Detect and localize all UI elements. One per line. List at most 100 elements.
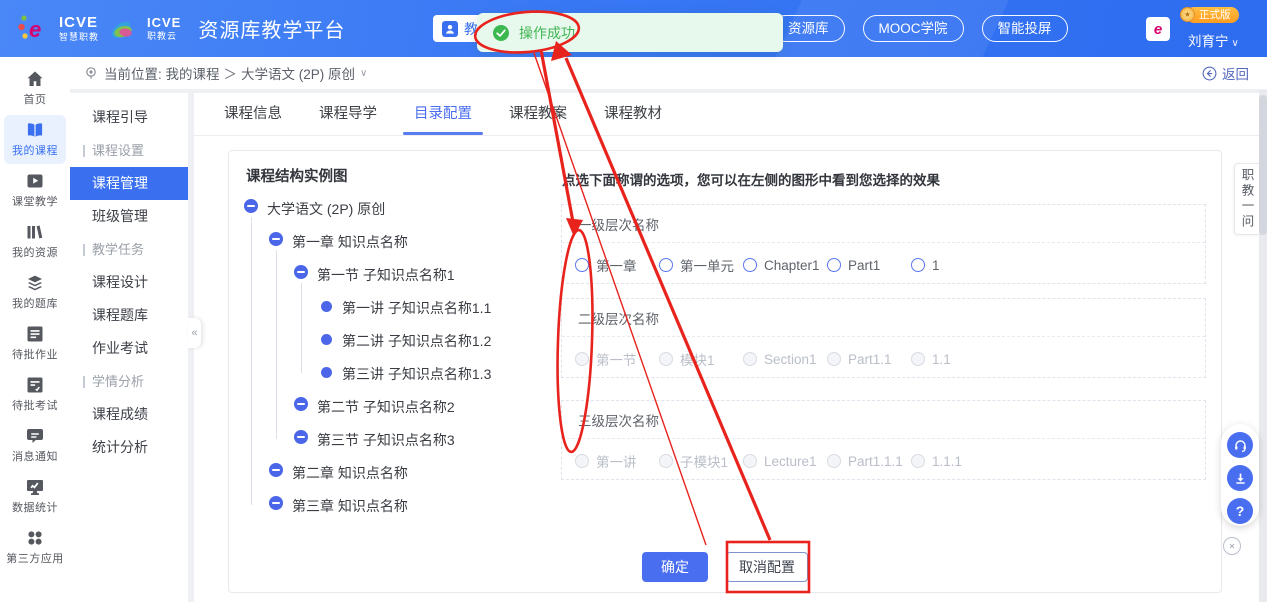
- my-resources-icon: [25, 222, 45, 242]
- location-pin-icon: [84, 66, 98, 80]
- breadcrumb-parent[interactable]: 我的课程: [166, 63, 220, 83]
- close-floating-toolbar-icon[interactable]: ✕: [1223, 537, 1241, 555]
- radio-option[interactable]: 第一章: [575, 255, 659, 275]
- tree-node[interactable]: 大学语文 (2P) 原创: [244, 192, 544, 225]
- radio-circle-icon: [911, 258, 925, 272]
- toast-text: 操作成功: [519, 23, 575, 43]
- instruction-text: 点选下面称谓的选项，您可以在左侧的图形中看到您选择的效果: [562, 169, 940, 189]
- logo1-name: ICVE: [59, 15, 99, 30]
- radio-option: 1.1.1: [911, 451, 962, 471]
- scrollbar-thumb[interactable]: [1259, 95, 1267, 235]
- sidebar-item[interactable]: 待批作业: [4, 319, 66, 368]
- success-check-icon: [492, 24, 510, 42]
- sidebar-item[interactable]: 我的课程: [4, 115, 66, 164]
- sidebar-item[interactable]: 消息通知: [4, 421, 66, 470]
- download-icon: [1233, 471, 1248, 486]
- sidebar-item[interactable]: 第三方应用: [4, 523, 66, 572]
- menu-item[interactable]: 课程题库: [70, 299, 188, 332]
- tree-node[interactable]: 第三章 知识点名称: [244, 489, 544, 522]
- radio-circle-icon: [659, 352, 673, 366]
- radio-circle-icon: [575, 352, 589, 366]
- radio-option[interactable]: 1: [911, 255, 940, 275]
- customer-service-button[interactable]: [1227, 432, 1253, 458]
- breadcrumb-current[interactable]: 大学语文 (2P) 原创: [241, 63, 355, 83]
- user-menu[interactable]: 刘育宁∨: [1188, 30, 1239, 50]
- course-tab[interactable]: 课程教案: [509, 93, 567, 135]
- menu-section-label: 课程设置: [70, 134, 188, 167]
- sidebar-item[interactable]: 课堂教学: [4, 166, 66, 215]
- avatar[interactable]: e: [1146, 17, 1170, 41]
- course-menu: 课程引导课程设置课程管理班级管理教学任务课程设计课程题库作业考试学情分析课程成绩…: [70, 93, 188, 602]
- structure-title: 课程结构实例图: [246, 165, 348, 186]
- tree-collapse-icon: [269, 463, 283, 477]
- back-button[interactable]: 返回: [1202, 63, 1249, 83]
- menu-item[interactable]: 课程设计: [70, 266, 188, 299]
- menu-item[interactable]: 统计分析: [70, 431, 188, 464]
- radio-circle-icon: [743, 454, 757, 468]
- naming-level-group: 一级层次名称 第一章 第一单元 Chapter1 Part1 1: [561, 204, 1206, 284]
- course-tab[interactable]: 课程教材: [604, 93, 662, 135]
- tree-connector-line: [301, 283, 302, 373]
- tree-leaf-icon: [321, 367, 332, 378]
- menu-item[interactable]: 课程管理: [70, 167, 188, 200]
- radio-option[interactable]: Chapter1: [743, 255, 827, 275]
- tree-node[interactable]: 第二章 知识点名称: [244, 456, 544, 489]
- menu-item[interactable]: 作业考试: [70, 332, 188, 365]
- confirm-button[interactable]: 确定: [642, 552, 708, 582]
- chevron-down-icon[interactable]: ∨: [360, 68, 367, 79]
- tree-collapse-icon: [294, 397, 308, 411]
- group-title: 二级层次名称: [578, 308, 1205, 328]
- radio-option: 模块1: [659, 349, 743, 369]
- pending-exam-icon: [25, 375, 45, 395]
- course-tab[interactable]: 课程信息: [224, 93, 282, 135]
- tree-node[interactable]: 第一节 子知识点名称1: [244, 258, 544, 291]
- radio-circle-icon: [827, 258, 841, 272]
- tree-node[interactable]: 第二节 子知识点名称2: [244, 390, 544, 423]
- cancel-config-button[interactable]: 取消配置: [726, 552, 808, 582]
- radio-option[interactable]: Part1: [827, 255, 911, 275]
- tree-node[interactable]: 第三节 子知识点名称3: [244, 423, 544, 456]
- header-nav-button[interactable]: 智能投屏: [982, 15, 1068, 42]
- sidebar-item[interactable]: 我的资源: [4, 217, 66, 266]
- course-tab[interactable]: 目录配置: [414, 93, 472, 135]
- radio-option[interactable]: 第一单元: [659, 255, 743, 275]
- tree-node[interactable]: 第一章 知识点名称: [244, 225, 544, 258]
- zhijiao-yiwen-tab[interactable]: 职教一问: [1234, 163, 1259, 235]
- help-icon: ?: [1236, 503, 1245, 519]
- icve-zhijiaoyun-logo-icon: [108, 14, 138, 44]
- radio-option: 子模块1: [659, 451, 743, 471]
- app-title: 资源库教学平台: [198, 14, 345, 43]
- menu-item[interactable]: 课程引导: [70, 101, 188, 134]
- teacher-space-icon: [442, 21, 458, 37]
- help-button[interactable]: ?: [1227, 498, 1253, 524]
- medal-icon: ★: [1180, 7, 1195, 22]
- menu-item[interactable]: 课程成绩: [70, 398, 188, 431]
- collapse-sidebar-handle[interactable]: «: [188, 318, 201, 348]
- group-title: 三级层次名称: [578, 410, 1205, 430]
- tree-node[interactable]: 第一讲 子知识点名称1.1: [244, 291, 544, 324]
- radio-option: 第一讲: [575, 451, 659, 471]
- sidebar-item[interactable]: 我的题库: [4, 268, 66, 317]
- classroom-teaching-icon: [25, 171, 45, 191]
- course-tab[interactable]: 课程导学: [319, 93, 377, 135]
- tree-node[interactable]: 第三讲 子知识点名称1.3: [244, 357, 544, 390]
- sidebar-item[interactable]: 数据统计: [4, 472, 66, 521]
- menu-item[interactable]: 班级管理: [70, 200, 188, 233]
- naming-options-panel: 点选下面称谓的选项，您可以在左侧的图形中看到您选择的效果 一级层次名称 第一章 …: [561, 151, 1206, 592]
- header-nav-button[interactable]: MOOC学院: [863, 15, 964, 42]
- radio-circle-icon: [743, 352, 757, 366]
- icve-teaching-platform: { "header": { "brand": { "logo1_name": "…: [0, 0, 1267, 602]
- download-button[interactable]: [1227, 465, 1253, 491]
- sidebar-item[interactable]: 首页: [4, 64, 66, 113]
- main-content: 课程信息课程导学目录配置课程教案课程教材 课程结构实例图 大学语文 (2P) 原…: [194, 93, 1267, 602]
- icon-sidebar: 首页 我的课程 课堂教学 我的资源 我的题库 待批作业 待批考试 消息通知 数据…: [0, 57, 70, 602]
- naming-level-group: 三级层次名称 第一讲 子模块1 Lecture1 Part1.1.1 1.1.1: [561, 400, 1206, 480]
- group-options: 第一节 模块1 Section1 Part1.1 1.1: [562, 337, 1205, 369]
- radio-option: Part1.1.1: [827, 451, 911, 471]
- radio-option: Part1.1: [827, 349, 911, 369]
- sidebar-item[interactable]: 待批考试: [4, 370, 66, 419]
- tree-collapse-icon: [244, 199, 258, 213]
- tree-node[interactable]: 第二讲 子知识点名称1.2: [244, 324, 544, 357]
- customer-service-icon: [1233, 438, 1248, 453]
- statistics-icon: [25, 477, 45, 497]
